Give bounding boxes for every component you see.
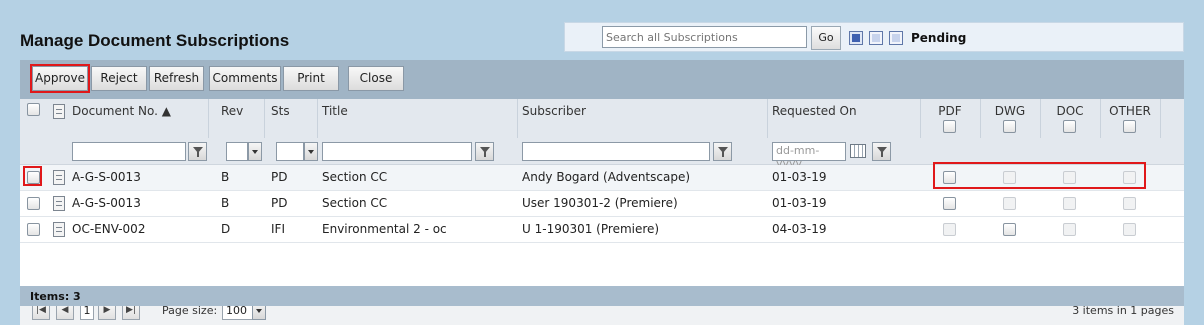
sts-filter-dropdown[interactable]: [304, 142, 318, 161]
column-divider: [517, 99, 518, 138]
calendar-icon[interactable]: [850, 144, 866, 158]
cell-subscriber: User 190301-2 (Premiere): [522, 196, 678, 210]
approve-button[interactable]: Approve: [30, 64, 90, 93]
status-filter-square-2[interactable]: [869, 31, 883, 45]
col-sts[interactable]: Sts: [271, 104, 290, 118]
col-rev[interactable]: Rev: [221, 104, 243, 118]
subscriber-filter-button[interactable]: [713, 142, 732, 161]
document-icon[interactable]: [53, 170, 65, 185]
items-count: Items: 3: [30, 290, 81, 303]
row-select-checkbox[interactable]: [27, 223, 40, 236]
doc-no-filter-button[interactable]: [188, 142, 207, 161]
grid-table: Document No. ▲ Rev Sts Title Subscriber …: [20, 99, 1184, 325]
reject-button[interactable]: Reject: [91, 66, 147, 91]
table-row[interactable]: OC-ENV-002 D IFI Environmental 2 - oc U …: [20, 217, 1184, 243]
pdf-checkbox: [943, 223, 956, 236]
date-filter-button[interactable]: [872, 142, 891, 161]
select-all-checkbox[interactable]: [27, 103, 40, 116]
rev-filter-dropdown[interactable]: [248, 142, 262, 161]
other-checkbox: [1123, 223, 1136, 236]
dwg-checkbox: [1003, 197, 1016, 210]
toolbar: Approve Reject Refresh Comments Print Cl…: [20, 60, 1184, 98]
search-input[interactable]: [602, 26, 807, 48]
cell-rev: B: [221, 170, 230, 184]
sts-filter-select[interactable]: [276, 142, 304, 161]
filter-icon-stem: [484, 152, 486, 157]
cell-title: Environmental 2 - oc: [322, 222, 447, 236]
doc-header-checkbox[interactable]: [1063, 120, 1076, 133]
highlight-row-checkbox: [23, 166, 42, 186]
cell-title: Section CC: [322, 196, 388, 210]
doc-no-filter-input[interactable]: [72, 142, 186, 161]
column-divider: [1160, 99, 1161, 138]
status-filter-square-1[interactable]: [849, 31, 863, 45]
column-divider: [317, 99, 318, 138]
chevron-down-icon: [308, 150, 314, 154]
doc-checkbox: [1063, 197, 1076, 210]
status-filter-square-3[interactable]: [889, 31, 903, 45]
cell-doc-no: A-G-S-0013: [72, 170, 141, 184]
cell-subscriber: Andy Bogard (Adventscape): [522, 170, 691, 184]
col-requested-on[interactable]: Requested On: [772, 104, 857, 118]
cell-requested-on: 01-03-19: [772, 196, 827, 210]
filter-icon-stem: [722, 152, 724, 157]
cell-title: Section CC: [322, 170, 388, 184]
cell-doc-no: OC-ENV-002: [72, 222, 146, 236]
close-button[interactable]: Close: [348, 66, 404, 91]
doc-checkbox: [1063, 223, 1076, 236]
date-filter-input[interactable]: dd-mm-yyyy: [772, 142, 846, 170]
cell-subscriber: U 1-190301 (Premiere): [522, 222, 660, 236]
search-panel: Go Pending: [564, 22, 1184, 52]
subscriptions-grid: Approve Reject Refresh Comments Print Cl…: [20, 60, 1184, 325]
cell-rev: D: [221, 222, 231, 236]
print-button[interactable]: Print: [283, 66, 339, 91]
col-title[interactable]: Title: [322, 104, 348, 118]
col-pdf[interactable]: PDF: [921, 104, 979, 118]
column-divider: [767, 99, 768, 138]
dwg-header-checkbox[interactable]: [1003, 120, 1016, 133]
title-filter-button[interactable]: [475, 142, 494, 161]
chevron-down-icon: [252, 150, 258, 154]
col-dwg[interactable]: DWG: [981, 104, 1039, 118]
title-filter-input[interactable]: [322, 142, 472, 161]
page-title: Manage Document Subscriptions: [20, 31, 290, 50]
filter-row: dd-mm-yyyy: [20, 138, 1184, 170]
table-row[interactable]: A-G-S-0013 B PD Section CC User 190301-2…: [20, 191, 1184, 217]
col-subscriber[interactable]: Subscriber: [522, 104, 586, 118]
column-divider: [264, 99, 265, 138]
row-select-checkbox[interactable]: [27, 197, 40, 210]
cell-sts: IFI: [271, 222, 285, 236]
cell-doc-no: A-G-S-0013: [72, 196, 141, 210]
cell-sts: PD: [271, 196, 288, 210]
refresh-button[interactable]: Refresh: [149, 66, 204, 91]
col-document-no[interactable]: Document No. ▲: [72, 104, 171, 118]
status-label: Pending: [911, 31, 967, 45]
filter-icon-stem: [881, 152, 883, 157]
cell-rev: B: [221, 196, 230, 210]
other-checkbox: [1123, 197, 1136, 210]
comments-button[interactable]: Comments: [209, 66, 281, 91]
footer: Items: 3: [20, 286, 1184, 306]
document-icon[interactable]: [53, 222, 65, 237]
document-icon[interactable]: [53, 196, 65, 211]
cell-sts: PD: [271, 170, 288, 184]
other-header-checkbox[interactable]: [1123, 120, 1136, 133]
go-button[interactable]: Go: [811, 26, 841, 50]
pdf-header-checkbox[interactable]: [943, 120, 956, 133]
cell-requested-on: 01-03-19: [772, 170, 827, 184]
document-icon: [53, 104, 65, 119]
col-doc[interactable]: DOC: [1041, 104, 1099, 118]
rev-filter-select[interactable]: [226, 142, 248, 161]
column-divider: [208, 99, 209, 138]
pdf-checkbox[interactable]: [943, 197, 956, 210]
highlight-format-checkboxes: [933, 162, 1146, 189]
chevron-down-icon: [256, 309, 262, 313]
dwg-checkbox[interactable]: [1003, 223, 1016, 236]
header-row: Document No. ▲ Rev Sts Title Subscriber …: [20, 99, 1184, 138]
subscriber-filter-input[interactable]: [522, 142, 710, 161]
cell-requested-on: 04-03-19: [772, 222, 827, 236]
filter-icon-stem: [197, 152, 199, 157]
col-other[interactable]: OTHER: [1101, 104, 1159, 118]
